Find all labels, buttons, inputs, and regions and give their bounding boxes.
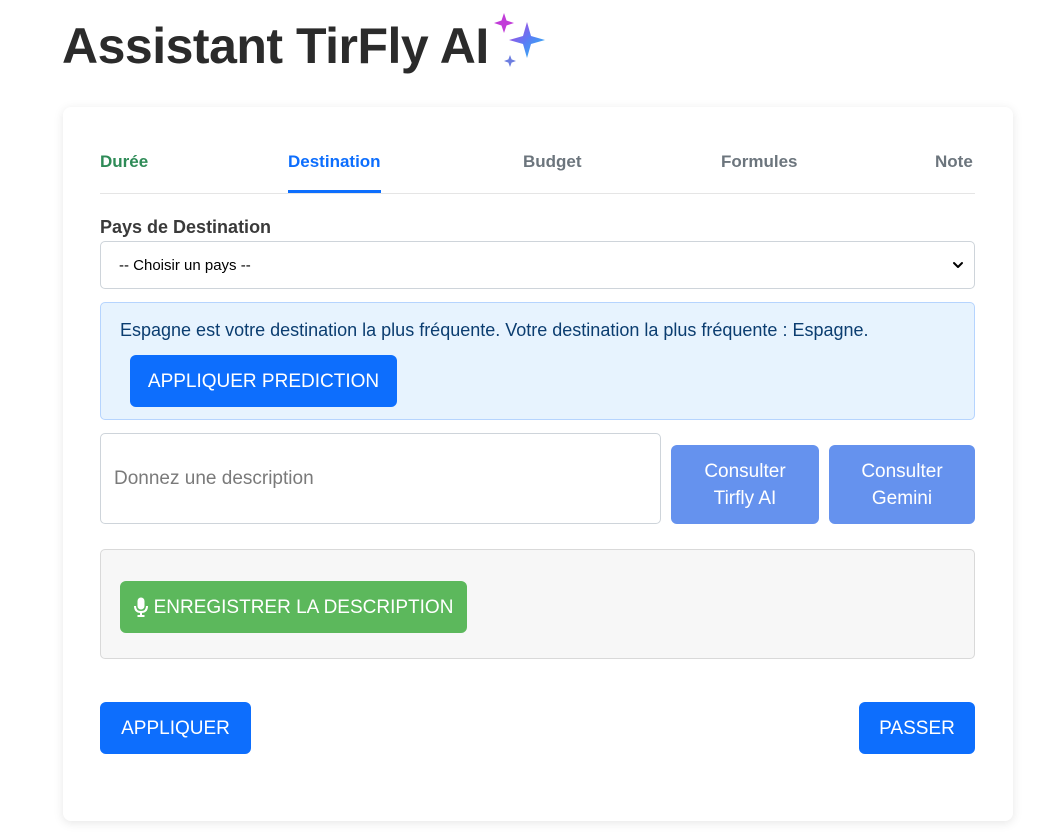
skip-button[interactable]: PASSER xyxy=(859,702,975,754)
step-tabs: Durée Destination Budget Formules Note xyxy=(100,149,975,194)
tab-note[interactable]: Note xyxy=(935,149,973,191)
prediction-message: Espagne est votre destination la plus fr… xyxy=(120,320,869,340)
page-title: Assistant TirFly AI xyxy=(62,13,553,78)
chevron-down-icon xyxy=(953,262,963,268)
destination-label: Pays de Destination xyxy=(100,217,272,237)
description-input[interactable] xyxy=(100,433,661,524)
consult-tirfly-button[interactable]: Consulter Tirfly AI xyxy=(671,445,819,524)
wizard-card: Durée Destination Budget Formules Note P… xyxy=(63,107,1013,821)
apply-prediction-button[interactable]: APPLIQUER PREDICTION xyxy=(130,355,397,407)
record-panel: ENREGISTRER LA DESCRIPTION xyxy=(100,549,975,659)
consult-gemini-button[interactable]: Consulter Gemini xyxy=(829,445,975,524)
country-select[interactable]: -- Choisir un pays -- xyxy=(100,241,975,289)
sparkle-icon xyxy=(493,13,545,67)
record-button-label: ENREGISTRER LA DESCRIPTION xyxy=(153,596,454,618)
tab-destination[interactable]: Destination xyxy=(288,149,381,193)
country-select-value: -- Choisir un pays -- xyxy=(119,256,251,274)
tab-duree[interactable]: Durée xyxy=(100,149,148,191)
page-title-text: Assistant TirFly AI xyxy=(62,18,489,74)
record-description-button[interactable]: ENREGISTRER LA DESCRIPTION xyxy=(120,581,467,633)
prediction-alert: Espagne est votre destination la plus fr… xyxy=(100,302,975,420)
microphone-icon xyxy=(133,597,148,617)
tab-formules[interactable]: Formules xyxy=(721,149,798,191)
tab-budget[interactable]: Budget xyxy=(523,149,582,191)
apply-button[interactable]: APPLIQUER xyxy=(100,702,251,754)
